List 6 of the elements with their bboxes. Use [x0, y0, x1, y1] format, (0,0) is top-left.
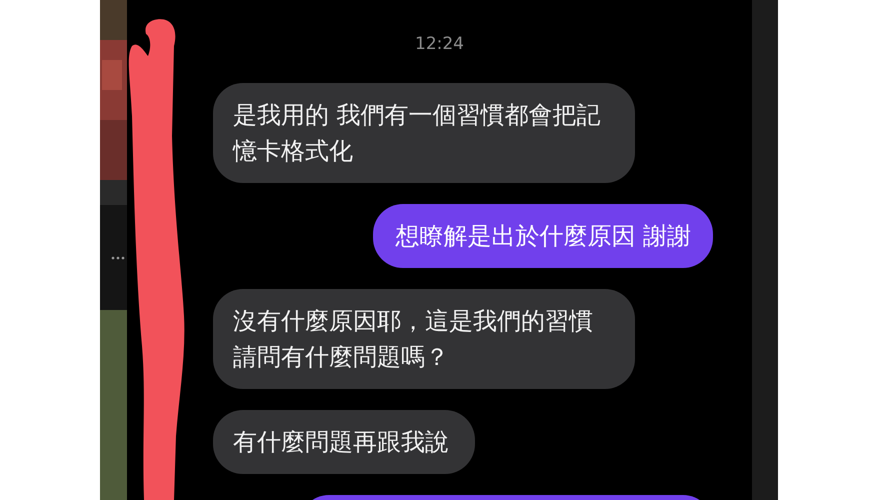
received-message: 沒有什麼原因耶，這是我們的習慣請問有什麼問題嗎？	[213, 289, 635, 389]
more-icon[interactable]	[111, 256, 125, 260]
received-message: 有什麼問題再跟我說	[213, 410, 475, 474]
received-message: 是我用的 我們有一個習慣都會把記憶卡格式化	[213, 83, 635, 183]
sent-message: 想瞭解是出於什麼原因 謝謝	[373, 204, 713, 268]
message-time: 12:24	[415, 33, 464, 55]
